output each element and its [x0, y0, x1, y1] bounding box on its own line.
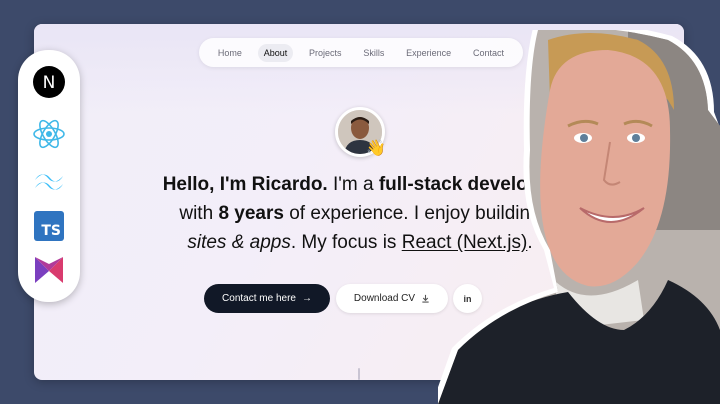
nav-about[interactable]: About	[257, 43, 294, 62]
years: 8 years	[218, 203, 284, 224]
tailwind-icon	[31, 164, 67, 200]
arrow-right-icon: →	[301, 293, 312, 304]
presenter-photo	[438, 30, 720, 404]
nav-home[interactable]: Home	[212, 44, 248, 62]
sites-apps: sites & apps	[187, 232, 291, 253]
nav-projects[interactable]: Projects	[303, 44, 348, 62]
scroll-indicator	[358, 368, 360, 380]
waving-hand-icon: 👋	[366, 140, 386, 157]
framer-motion-icon	[31, 252, 67, 288]
react-icon	[31, 116, 67, 152]
nav-skills[interactable]: Skills	[357, 44, 390, 62]
typescript-icon: TS	[31, 208, 67, 244]
tech-stack-sidebar: N TS	[18, 50, 80, 302]
contact-button[interactable]: Contact me here →	[204, 284, 330, 313]
svg-text:N: N	[43, 73, 56, 93]
download-icon	[422, 294, 429, 303]
nextjs-icon: N	[31, 64, 67, 100]
download-cv-button[interactable]: Download CV	[336, 284, 448, 313]
greeting: Hello, I'm Ricardo.	[162, 174, 328, 195]
